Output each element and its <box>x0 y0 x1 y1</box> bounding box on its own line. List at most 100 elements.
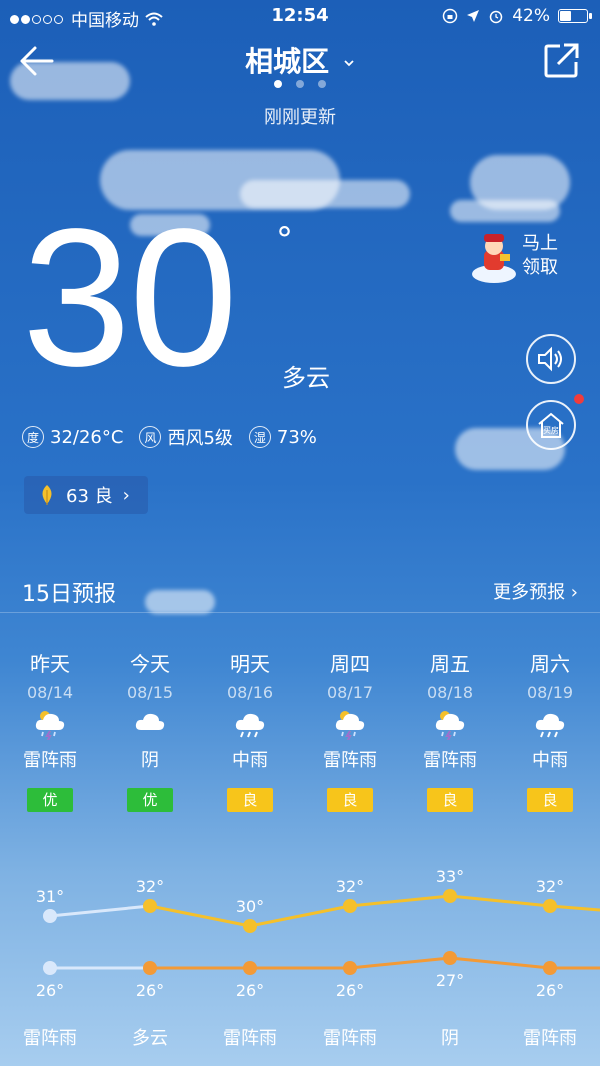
night-weather: 雷阵雨 <box>23 1028 77 1049</box>
city-name: 相城区 <box>245 45 330 78</box>
reward-line1: 马上 <box>522 233 558 254</box>
notification-dot <box>574 394 584 404</box>
day-name: 明天 <box>230 652 270 676</box>
thunder-rain-icon <box>400 706 500 740</box>
house-button[interactable]: 买房 <box>526 400 576 450</box>
low-temp-point <box>43 961 57 975</box>
day-name: 昨天 <box>30 652 70 676</box>
low-temp-segment <box>349 956 451 970</box>
high-temp-point <box>543 899 557 913</box>
page-indicator <box>0 80 600 88</box>
low-temp-label: 26° <box>36 981 64 1000</box>
high-temp-segment <box>549 904 600 912</box>
day-weather: 雷阵雨 <box>423 750 477 771</box>
cloud-icon <box>100 706 200 740</box>
page-dot <box>318 80 326 88</box>
more-forecast-link[interactable]: 更多预报 › <box>493 578 578 604</box>
temperature-trend-chart: 31° 26° 32° 26° 30° 26° 32° 26° 33° 27° 32° 26° <box>36 867 600 1000</box>
low-temp-point <box>243 961 257 975</box>
high-temp-point <box>343 899 357 913</box>
day-weather: 雷阵雨 <box>23 750 77 771</box>
low-temp-point <box>443 951 457 965</box>
day-date: 08/15 <box>126 683 174 702</box>
chevron-right-icon: › <box>122 484 130 506</box>
high-temp-segment <box>49 904 151 918</box>
forecast-day[interactable]: 周六 08/19 中雨良 <box>500 648 600 812</box>
night-weather: 雷阵雨 <box>323 1028 377 1049</box>
aqi-value: 63 良 <box>66 486 113 507</box>
day-weather: 雷阵雨 <box>323 750 377 771</box>
low-temp-label: 26° <box>236 981 264 1000</box>
day-name: 周五 <box>430 652 470 676</box>
battery-icon <box>558 9 592 23</box>
current-temperature: 30 <box>22 188 238 407</box>
aqi-badge: 良 <box>227 788 273 812</box>
forecast-day[interactable]: 周五 08/18 雷阵雨良 <box>400 648 500 812</box>
degree-symbol: ° <box>276 220 293 260</box>
night-weather: 雷阵雨 <box>523 1028 577 1049</box>
city-selector[interactable]: 相城区 <box>0 40 600 80</box>
forecast-day[interactable]: 今天 08/15 阴优 <box>100 648 200 812</box>
day-name: 周六 <box>530 652 570 676</box>
forecast-day[interactable]: 明天 08/16 中雨良 <box>200 648 300 812</box>
high-temp-point <box>143 899 157 913</box>
high-temp-label: 33° <box>436 867 464 886</box>
high-temp-point <box>443 889 457 903</box>
leaf-icon <box>42 485 52 505</box>
high-temp-point <box>43 909 57 923</box>
aqi-badge: 优 <box>27 788 73 812</box>
day-name: 今天 <box>130 652 170 676</box>
high-temp-label: 32° <box>536 877 564 896</box>
aqi-badge: 良 <box>327 788 373 812</box>
wind-value: 西风5级 <box>167 428 233 449</box>
aqi-badge: 优 <box>127 788 173 812</box>
page-dot <box>296 80 304 88</box>
low-temp-label: 26° <box>336 981 364 1000</box>
day-date: 08/16 <box>226 683 274 702</box>
forecast-title: 15日预报 <box>22 582 116 607</box>
page-dot <box>274 80 282 88</box>
low-temp-label: 26° <box>136 981 164 1000</box>
day-name: 周四 <box>330 652 370 676</box>
speaker-icon <box>538 346 562 372</box>
humidity: 湿 73% <box>248 426 317 448</box>
range-icon: 度 <box>22 426 44 448</box>
high-temp-label: 32° <box>336 877 364 896</box>
status-bar: 中国移动 12:54 42% <box>0 0 600 32</box>
high-temp-label: 30° <box>236 897 264 916</box>
day-date: 08/18 <box>426 683 474 702</box>
night-weather: 雷阵雨 <box>223 1028 277 1049</box>
rain-icon <box>500 706 600 740</box>
aqi-button[interactable]: 63 良 › <box>24 476 148 514</box>
thunder-rain-icon <box>0 706 100 740</box>
low-temp-label: 27° <box>436 971 464 990</box>
share-button[interactable] <box>544 42 580 78</box>
lock-rotation-icon <box>442 8 458 24</box>
rain-icon <box>200 706 300 740</box>
night-weather: 多云 <box>132 1028 168 1049</box>
share-icon <box>544 43 579 78</box>
battery-percent: 42% <box>512 6 550 26</box>
voice-broadcast-button[interactable] <box>526 334 576 384</box>
background-cloud <box>450 200 560 222</box>
chevron-down-icon <box>344 60 354 67</box>
day-date: 08/17 <box>326 683 374 702</box>
forecast-day[interactable]: 昨天 08/14 雷阵雨优 <box>0 648 100 812</box>
fortune-god-icon <box>472 234 516 283</box>
day-weather: 中雨 <box>232 750 268 771</box>
aqi-badge: 良 <box>527 788 573 812</box>
high-temp-label: 31° <box>36 887 64 906</box>
night-weather: 阴 <box>441 1028 459 1049</box>
high-temp-segment <box>249 904 351 928</box>
high-temp-segment <box>449 894 551 908</box>
forecast-header: 15日预报 更多预报 › <box>0 560 600 613</box>
forecast-day[interactable]: 周四 08/17 雷阵雨良 <box>300 648 400 812</box>
wind-icon: 风 <box>139 426 162 448</box>
high-temp-label: 32° <box>136 877 164 896</box>
reward-button[interactable]: 马上 领取 <box>470 226 578 286</box>
wind: 风西风5级 <box>139 424 233 450</box>
temp-range-value: 32/26°C <box>50 426 124 448</box>
day-weather: 中雨 <box>532 750 568 771</box>
update-status: 刚刚更新 <box>264 107 336 128</box>
location-icon <box>467 10 480 22</box>
